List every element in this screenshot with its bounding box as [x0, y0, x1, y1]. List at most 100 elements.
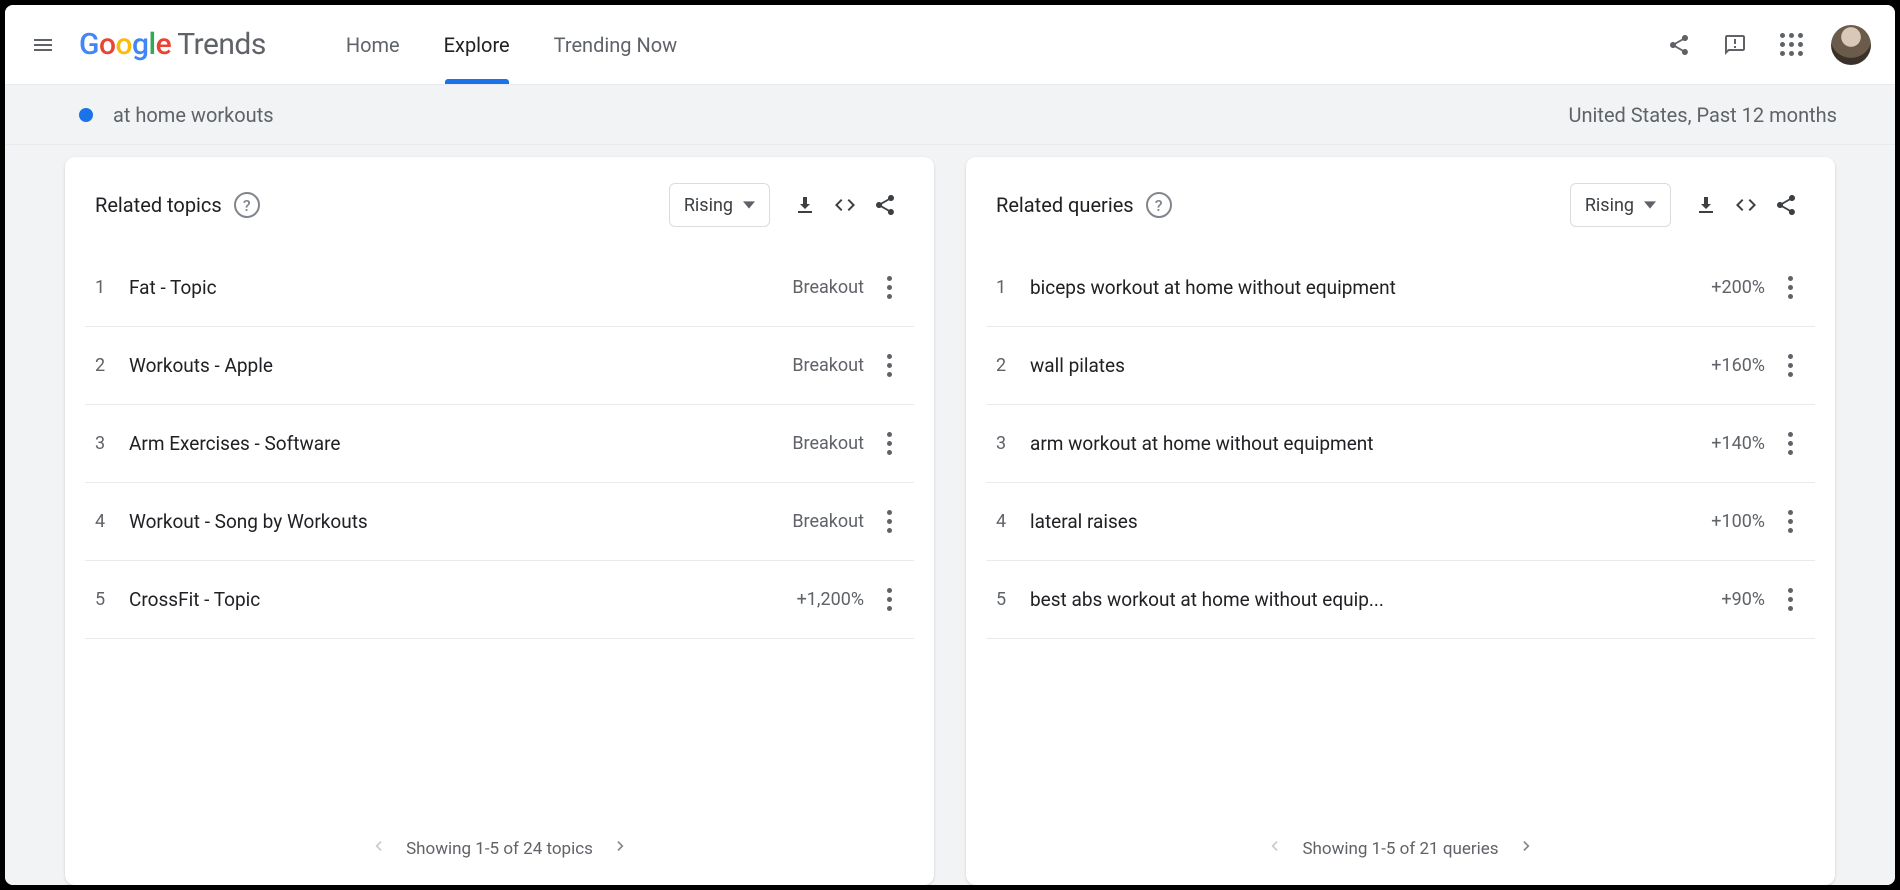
help-button[interactable]: ? — [1146, 192, 1172, 218]
list-item[interactable]: 1 biceps workout at home without equipme… — [986, 249, 1815, 327]
rank: 2 — [996, 355, 1030, 376]
item-value: Breakout — [792, 433, 864, 454]
item-label[interactable]: best abs workout at home without equip..… — [1030, 588, 1721, 611]
rank: 2 — [95, 355, 129, 376]
rank: 3 — [95, 433, 129, 454]
download-button[interactable] — [1687, 186, 1725, 224]
item-value: +200% — [1711, 277, 1765, 298]
row-more-button[interactable] — [1775, 351, 1805, 381]
menu-button[interactable] — [19, 21, 67, 69]
list-item[interactable]: 1 Fat - Topic Breakout — [85, 249, 914, 327]
tab-home[interactable]: Home — [324, 5, 422, 84]
chevron-down-icon — [1644, 199, 1656, 211]
google-trends-logo[interactable]: Google Trends — [79, 27, 266, 62]
list-item[interactable]: 2 wall pilates +160% — [986, 327, 1815, 405]
item-label[interactable]: lateral raises — [1030, 510, 1711, 533]
queries-list: 1 biceps workout at home without equipme… — [966, 249, 1835, 639]
list-item[interactable]: 4 Workout - Song by Workouts Breakout — [85, 483, 914, 561]
pagination-text: Showing 1-5 of 21 queries — [1302, 839, 1498, 859]
sort-label: Rising — [1585, 195, 1634, 216]
code-icon — [1734, 193, 1758, 217]
item-value: +90% — [1721, 589, 1765, 610]
apps-button[interactable] — [1767, 21, 1815, 69]
sort-label: Rising — [684, 195, 733, 216]
card-header: Related topics ? Rising — [65, 183, 934, 249]
next-page-button[interactable] — [611, 836, 631, 861]
rank: 1 — [996, 277, 1030, 298]
pagination-text: Showing 1-5 of 24 topics — [406, 839, 593, 859]
download-icon — [793, 193, 817, 217]
item-label[interactable]: biceps workout at home without equipment — [1030, 276, 1711, 299]
tab-trending-now[interactable]: Trending Now — [532, 5, 700, 84]
row-more-button[interactable] — [874, 429, 904, 459]
tab-explore[interactable]: Explore — [422, 5, 532, 84]
embed-button[interactable] — [1727, 186, 1765, 224]
card-header: Related queries ? Rising — [966, 183, 1835, 249]
item-label[interactable]: Fat - Topic — [129, 276, 792, 299]
item-label[interactable]: Workouts - Apple — [129, 354, 792, 377]
chevron-down-icon — [743, 199, 755, 211]
item-value: +160% — [1711, 355, 1765, 376]
list-item[interactable]: 2 Workouts - Apple Breakout — [85, 327, 914, 405]
next-page-button[interactable] — [1517, 836, 1537, 861]
sort-dropdown[interactable]: Rising — [1570, 183, 1671, 227]
query-bar: at home workouts United States, Past 12 … — [5, 85, 1895, 145]
row-more-button[interactable] — [874, 585, 904, 615]
item-label[interactable]: CrossFit - Topic — [129, 588, 797, 611]
chevron-right-icon — [1517, 836, 1537, 856]
hamburger-icon — [31, 33, 55, 57]
query-term[interactable]: at home workouts — [113, 103, 274, 127]
item-label[interactable]: Workout - Song by Workouts — [129, 510, 792, 533]
related-topics-card: Related topics ? Rising 1 Fat - Topic Br… — [65, 157, 934, 885]
row-more-button[interactable] — [1775, 507, 1805, 537]
item-value: +1,200% — [797, 589, 864, 610]
download-button[interactable] — [786, 186, 824, 224]
chevron-left-icon — [1264, 836, 1284, 856]
share-card-button[interactable] — [1767, 186, 1805, 224]
item-value: Breakout — [792, 355, 864, 376]
item-label[interactable]: arm workout at home without equipment — [1030, 432, 1711, 455]
feedback-button[interactable] — [1711, 21, 1759, 69]
apps-grid-icon — [1780, 33, 1803, 56]
nav-tabs: Home Explore Trending Now — [324, 5, 699, 84]
row-more-button[interactable] — [1775, 585, 1805, 615]
list-item[interactable]: 3 Arm Exercises - Software Breakout — [85, 405, 914, 483]
series-color-dot — [79, 108, 93, 122]
list-item[interactable]: 4 lateral raises +100% — [986, 483, 1815, 561]
content-area: Related topics ? Rising 1 Fat - Topic Br… — [5, 145, 1895, 885]
code-icon — [833, 193, 857, 217]
app-header: Google Trends Home Explore Trending Now — [5, 5, 1895, 85]
item-value: Breakout — [792, 277, 864, 298]
list-item[interactable]: 5 CrossFit - Topic +1,200% — [85, 561, 914, 639]
chevron-right-icon — [611, 836, 631, 856]
topics-list: 1 Fat - Topic Breakout 2 Workouts - Appl… — [65, 249, 934, 639]
embed-button[interactable] — [826, 186, 864, 224]
download-icon — [1694, 193, 1718, 217]
list-item[interactable]: 3 arm workout at home without equipment … — [986, 405, 1815, 483]
card-title: Related topics — [95, 193, 222, 217]
list-item[interactable]: 5 best abs workout at home without equip… — [986, 561, 1815, 639]
item-value: +100% — [1711, 511, 1765, 532]
row-more-button[interactable] — [1775, 273, 1805, 303]
item-value: Breakout — [792, 511, 864, 532]
rank: 5 — [996, 589, 1030, 610]
query-scope: United States, Past 12 months — [1569, 103, 1859, 127]
prev-page-button[interactable] — [368, 836, 388, 861]
share-button[interactable] — [1655, 21, 1703, 69]
prev-page-button[interactable] — [1264, 836, 1284, 861]
row-more-button[interactable] — [874, 351, 904, 381]
account-avatar[interactable] — [1831, 25, 1871, 65]
share-card-button[interactable] — [866, 186, 904, 224]
share-icon — [1774, 193, 1798, 217]
sort-dropdown[interactable]: Rising — [669, 183, 770, 227]
rank: 1 — [95, 277, 129, 298]
rank: 3 — [996, 433, 1030, 454]
help-button[interactable]: ? — [234, 192, 260, 218]
item-label[interactable]: Arm Exercises - Software — [129, 432, 792, 455]
row-more-button[interactable] — [874, 273, 904, 303]
chevron-left-icon — [368, 836, 388, 856]
row-more-button[interactable] — [874, 507, 904, 537]
row-more-button[interactable] — [1775, 429, 1805, 459]
item-label[interactable]: wall pilates — [1030, 354, 1711, 377]
share-icon — [1667, 33, 1691, 57]
